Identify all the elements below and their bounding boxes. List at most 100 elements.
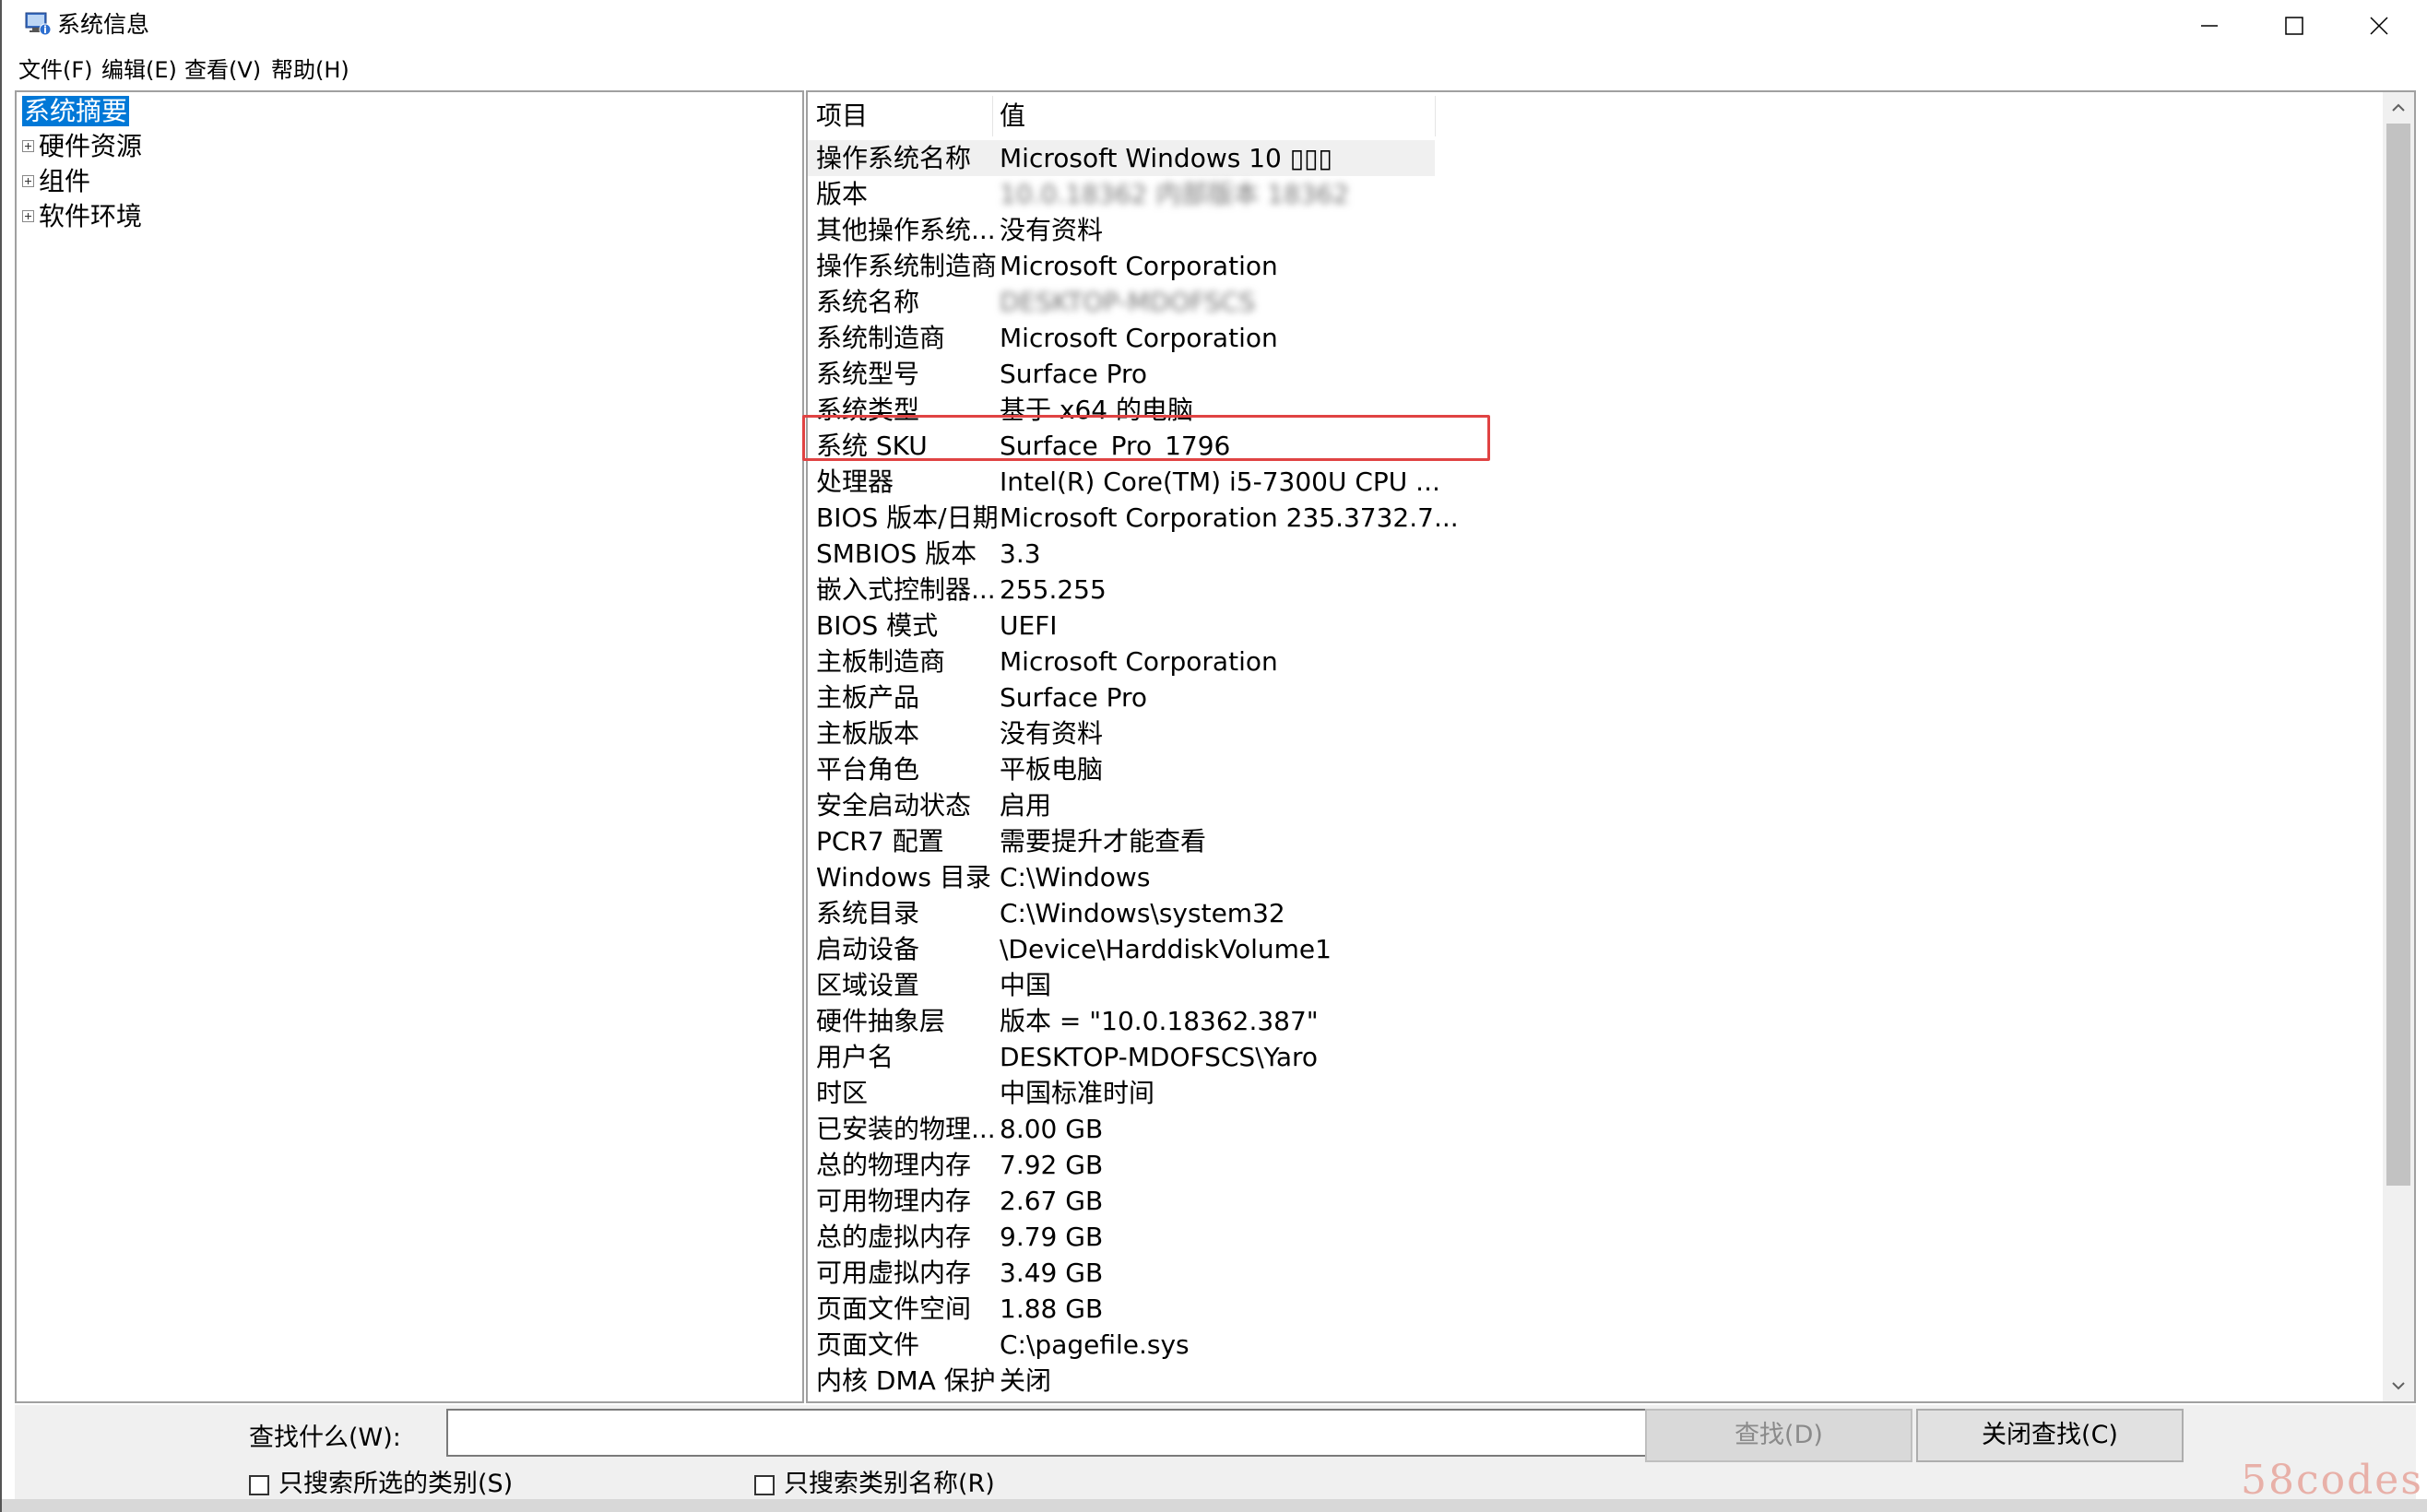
table-row[interactable]: 版本 10.0.18362 内部版本 18362	[808, 176, 1435, 212]
column-header-value[interactable]: 值	[1000, 92, 1025, 140]
row-item-value: 没有资料	[1000, 718, 1104, 749]
row-item-name: 时区	[816, 1078, 869, 1108]
scroll-thumb[interactable]	[2386, 124, 2410, 1186]
row-item-name: 页面文件	[816, 1329, 920, 1360]
table-row[interactable]: 处理器 Intel(R) Core(TM) i5-7300U CPU ...	[808, 464, 1440, 500]
scroll-up-button[interactable]	[2383, 92, 2414, 124]
vertical-scrollbar[interactable]	[2383, 92, 2414, 1401]
table-row[interactable]: 总的物理内存 7.92 GB	[808, 1147, 1435, 1183]
menu-view[interactable]: 查看(V)	[184, 52, 261, 89]
table-row[interactable]: 系统制造商 Microsoft Corporation	[808, 320, 1435, 356]
tree-item-label: 组件	[39, 166, 91, 196]
close-find-button[interactable]: 关闭查找(C)	[1916, 1409, 2184, 1462]
chevron-up-icon	[2392, 103, 2405, 112]
table-row[interactable]: 主板版本 没有资料	[808, 715, 1435, 751]
row-item-value: 中国标准时间	[1000, 1078, 1155, 1108]
table-row[interactable]: 主板制造商 Microsoft Corporation	[808, 644, 1435, 679]
scroll-down-button[interactable]	[2383, 1370, 2414, 1401]
row-item-name: 主板产品	[816, 682, 920, 713]
table-row[interactable]: BIOS 模式 UEFI	[808, 608, 1435, 644]
row-item-name: 主板版本	[816, 718, 920, 749]
row-item-value: 启用	[1000, 790, 1052, 821]
row-item-name: 处理器	[816, 467, 894, 497]
title-bar: 系统信息	[2, 0, 2427, 52]
table-row[interactable]: 区域设置 中国	[808, 967, 1435, 1003]
close-button[interactable]	[2337, 0, 2421, 52]
table-row[interactable]: 时区 中国标准时间	[808, 1075, 1435, 1111]
tree-item-system-summary[interactable]: 系统摘要	[22, 95, 130, 128]
checkbox[interactable]	[249, 1475, 269, 1495]
row-item-name: 总的物理内存	[816, 1150, 972, 1180]
category-tree: 系统摘要 硬件资源 组件 软件环境	[15, 90, 804, 1403]
table-row[interactable]: 系统型号 Surface Pro	[808, 356, 1435, 392]
minimize-button[interactable]	[2167, 0, 2252, 52]
table-row[interactable]: 硬件抽象层 版本 = "10.0.18362.387"	[808, 1003, 1435, 1039]
table-row[interactable]: 内核 DMA 保护 关闭	[808, 1363, 1435, 1399]
menu-file[interactable]: 文件(F)	[18, 52, 93, 89]
row-item-name: 可用物理内存	[816, 1186, 972, 1216]
row-item-name: 嵌入式控制器...	[816, 574, 996, 605]
table-row[interactable]: 用户名 DESKTOP-MDOFSCS\Yaro	[808, 1039, 1435, 1075]
row-item-value: 版本 = "10.0.18362.387"	[1000, 1006, 1319, 1036]
table-row[interactable]: 可用物理内存 2.67 GB	[808, 1183, 1435, 1219]
table-row[interactable]: 总的虚拟内存 9.79 GB	[808, 1219, 1435, 1255]
table-row[interactable]: 主板产品 Surface Pro	[808, 679, 1435, 715]
row-item-value: Microsoft Corporation	[1000, 251, 1278, 281]
table-row[interactable]: 页面文件空间 1.88 GB	[808, 1291, 1435, 1327]
close-icon	[2370, 17, 2388, 35]
expand-icon[interactable]	[22, 210, 34, 222]
table-row[interactable]: 系统目录 C:\Windows\system32	[808, 895, 1435, 931]
row-item-value: C:\Windows\system32	[1000, 898, 1285, 928]
row-item-name: 启动设备	[816, 934, 920, 964]
table-row[interactable]: 系统名称 DESKTOP-MDOFSCS	[808, 284, 1435, 320]
row-item-value: Surface Pro	[1000, 359, 1147, 389]
table-row[interactable]: 平台角色 平板电脑	[808, 751, 1435, 787]
maximize-button[interactable]	[2252, 0, 2337, 52]
row-item-name: SMBIOS 版本	[816, 538, 977, 569]
column-divider[interactable]	[992, 96, 993, 136]
row-item-name: 用户名	[816, 1042, 894, 1072]
table-row[interactable]: Windows 目录 C:\Windows	[808, 859, 1435, 895]
column-divider[interactable]	[1435, 96, 1436, 136]
menu-help[interactable]: 帮助(H)	[271, 52, 349, 89]
table-row[interactable]: 页面文件 C:\pagefile.sys	[808, 1327, 1435, 1363]
table-row[interactable]: 其他操作系统... 没有资料	[808, 212, 1435, 248]
table-row[interactable]: 嵌入式控制器... 255.255	[808, 572, 1435, 608]
table-row[interactable]: PCR7 配置 需要提升才能查看	[808, 823, 1435, 859]
expand-icon[interactable]	[22, 140, 34, 152]
taskbar-strip	[2, 1499, 2427, 1512]
row-item-value: Surface Pro	[1000, 682, 1147, 713]
tree-item-software-environment[interactable]: 软件环境	[22, 200, 142, 233]
tree-item-components[interactable]: 组件	[22, 165, 90, 198]
row-item-value: 关闭	[1000, 1365, 1052, 1396]
row-item-value: 需要提升才能查看	[1000, 826, 1207, 856]
menu-edit[interactable]: 编辑(E)	[101, 52, 177, 89]
row-item-name: 其他操作系统...	[816, 215, 996, 245]
find-input[interactable]	[446, 1409, 1652, 1457]
row-item-name: BIOS 模式	[816, 610, 939, 641]
row-item-value: 2.67 GB	[1000, 1186, 1104, 1216]
table-row[interactable]: SMBIOS 版本 3.3	[808, 536, 1435, 572]
table-row[interactable]: 启动设备 \Device\HarddiskVolume1	[808, 931, 1435, 967]
table-row[interactable]: 安全启动状态 启用	[808, 787, 1435, 823]
row-item-name: 系统制造商	[816, 323, 946, 353]
row-item-value: 3.3	[1000, 538, 1041, 569]
tree-item-hardware-resources[interactable]: 硬件资源	[22, 130, 142, 163]
table-row[interactable]: 操作系统制造商 Microsoft Corporation	[808, 248, 1435, 284]
maximize-icon	[2285, 17, 2303, 35]
expand-icon[interactable]	[22, 175, 34, 187]
system-info-icon	[25, 12, 52, 36]
checkbox[interactable]	[754, 1475, 775, 1495]
table-row[interactable]: 可用虚拟内存 3.49 GB	[808, 1255, 1435, 1291]
details-list: 项目 值 操作系统名称 Microsoft Windows 10 ▯▯▯ 版本 10.…	[806, 90, 2416, 1403]
row-item-name: 区域设置	[816, 970, 920, 1000]
window-title: 系统信息	[57, 11, 150, 38]
column-header-item[interactable]: 项目	[816, 92, 868, 140]
row-item-value: Intel(R) Core(TM) i5-7300U CPU ...	[1000, 467, 1440, 497]
table-row[interactable]: BIOS 版本/日期 Microsoft Corporation 235.3732…	[808, 500, 1459, 536]
row-item-value: 10.0.18362 内部版本 18362	[1000, 179, 1350, 209]
table-row[interactable]: 操作系统名称 Microsoft Windows 10 ▯▯▯	[808, 140, 1435, 176]
find-button[interactable]: 查找(D)	[1645, 1409, 1912, 1462]
table-row[interactable]: 已安装的物理... 8.00 GB	[808, 1111, 1435, 1147]
row-item-value: 9.79 GB	[1000, 1222, 1104, 1252]
